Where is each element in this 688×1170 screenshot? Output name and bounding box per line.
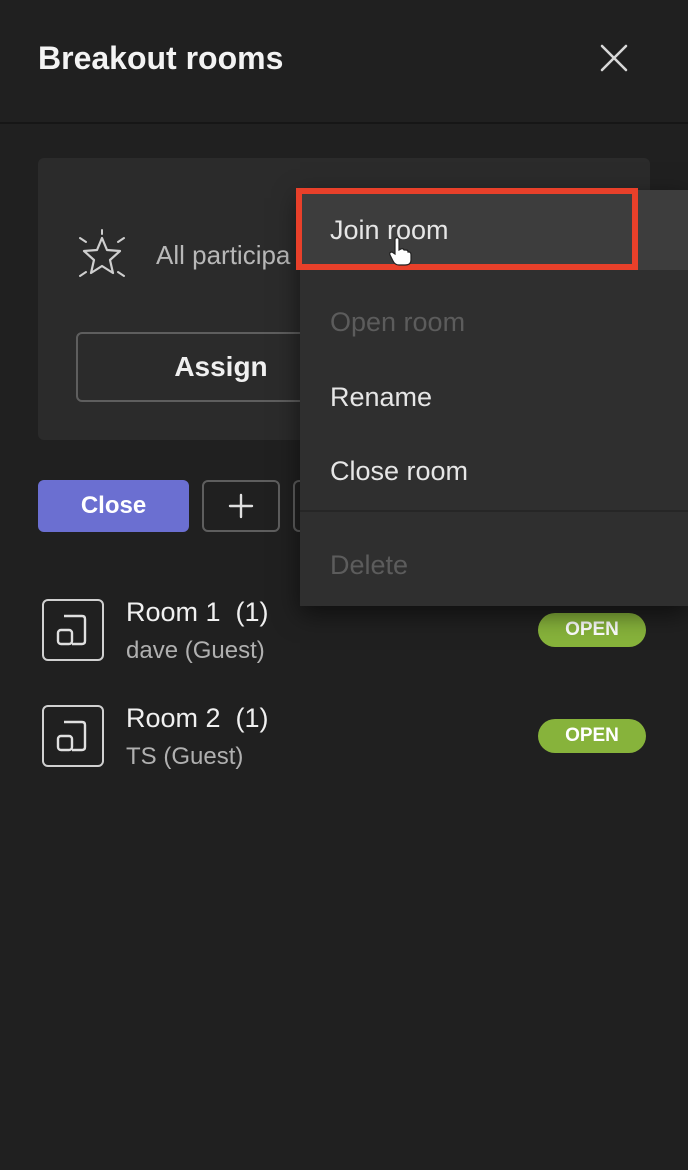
close-rooms-button[interactable]: Close xyxy=(38,480,189,532)
panel-header: Breakout rooms xyxy=(0,0,688,124)
room-row[interactable]: Room 1 (1) dave (Guest) OPEN xyxy=(42,597,662,664)
menu-item-open-room: Open room xyxy=(330,306,466,337)
close-panel-icon[interactable] xyxy=(596,40,632,76)
participants-assignment-text: All participa xyxy=(156,240,291,270)
menu-item-join-room[interactable]: Join room xyxy=(300,190,688,270)
menu-divider xyxy=(300,510,688,512)
room-row[interactable]: Room 2 (1) TS (Guest) OPEN xyxy=(42,703,662,770)
room-name: Room 1 (1) xyxy=(126,597,269,627)
status-badge: OPEN xyxy=(538,719,646,753)
panel-title: Breakout rooms xyxy=(38,40,284,76)
menu-item-delete: Delete xyxy=(330,549,409,580)
room-participant: dave (Guest) xyxy=(126,637,265,664)
plus-icon xyxy=(228,493,254,519)
room-participant: TS (Guest) xyxy=(126,743,244,770)
menu-item-rename[interactable]: Rename xyxy=(300,365,688,429)
add-room-button[interactable] xyxy=(202,480,280,532)
room-icon xyxy=(42,599,104,661)
room-icon xyxy=(42,705,104,767)
room-context-menu: Join room Open room Rename Close room De… xyxy=(300,190,688,606)
status-badge: OPEN xyxy=(538,613,646,647)
menu-item-close-room[interactable]: Close room xyxy=(300,439,688,503)
hand-cursor-icon xyxy=(389,237,412,266)
sparkle-star-icon xyxy=(79,229,125,277)
room-name: Room 2 (1) xyxy=(126,703,269,733)
assign-button[interactable]: Assign xyxy=(76,332,326,402)
